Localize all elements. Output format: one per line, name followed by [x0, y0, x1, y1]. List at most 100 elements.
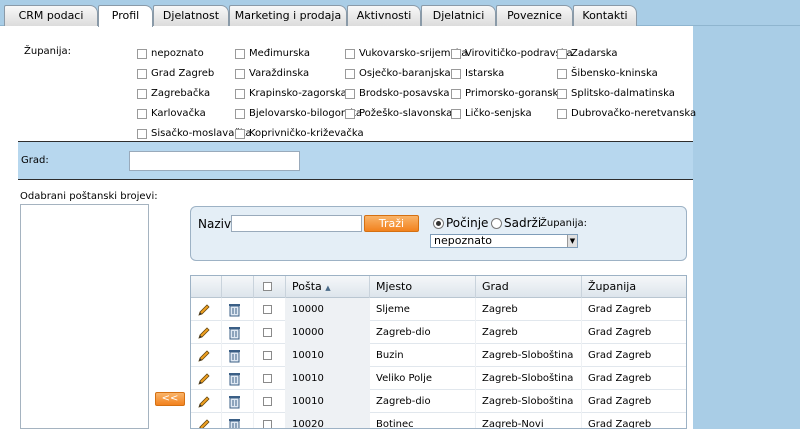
checkbox-zupanija[interactable]	[557, 69, 567, 79]
cell-mjesto: Veliko Polje	[370, 367, 476, 390]
table-row[interactable]: 10020 Botinec Zagreb-Novi Zagreb Grad Za…	[191, 413, 686, 429]
checkbox-label: Dubrovačko-neretvanska	[571, 108, 697, 119]
header-select-all	[254, 276, 286, 298]
table-row[interactable]: 10010 Zagreb-dio Zagreb-Sloboština Grad …	[191, 390, 686, 413]
checkbox-label: Osječko-baranjska	[359, 68, 451, 79]
checkbox-zupanija[interactable]	[345, 49, 355, 59]
checkbox-zupanija[interactable]	[557, 89, 567, 99]
checkbox-label: Istarska	[465, 68, 505, 79]
radio-pocinje[interactable]	[433, 218, 444, 229]
trash-icon[interactable]	[228, 395, 241, 409]
trazi-button[interactable]: Traži	[364, 215, 419, 232]
grad-input[interactable]	[129, 151, 300, 171]
cell-grad: Zagreb-Sloboština	[476, 344, 582, 367]
checkbox-zupanija[interactable]	[235, 49, 245, 59]
checkbox-label: Krapinsko-zagorska	[249, 88, 347, 99]
table-row[interactable]: 10010 Veliko Polje Zagreb-Sloboština Gra…	[191, 367, 686, 390]
profil-panel: Županija: nepoznato Grad Zagreb Zagrebač…	[0, 26, 697, 429]
checkbox-label: Zagrebačka	[151, 88, 211, 99]
checkbox-zupanija[interactable]	[557, 49, 567, 59]
chevron-down-icon[interactable]: ▼	[567, 235, 577, 247]
tab-aktivnosti[interactable]: Aktivnosti	[347, 5, 421, 26]
checkbox-label: Varaždinska	[249, 68, 310, 79]
cell-grad: Zagreb	[476, 298, 582, 321]
zupanija-select[interactable]: nepoznato ▼	[430, 234, 578, 248]
cell-posta: 10010	[286, 390, 370, 413]
checkbox-label: Šibensko-kninska	[571, 68, 658, 79]
cell-zupanija: Grad Zagreb	[582, 344, 686, 367]
trash-icon[interactable]	[228, 418, 241, 429]
grad-label: Grad:	[21, 155, 49, 166]
select-all-checkbox[interactable]	[263, 282, 272, 291]
posta-grid: Pošta ▲ Mjesto Grad Županija 10000 Sljem…	[190, 275, 687, 429]
grad-band: Grad:	[18, 141, 693, 180]
radio-sadrzi[interactable]	[491, 218, 502, 229]
row-checkbox[interactable]	[263, 397, 272, 406]
cell-posta: 10010	[286, 344, 370, 367]
trash-icon[interactable]	[228, 326, 241, 340]
pencil-icon[interactable]	[197, 418, 211, 429]
remove-selected-button[interactable]: <<	[155, 392, 185, 406]
right-gutter	[693, 26, 800, 429]
naziv-label: Naziv:	[198, 217, 235, 231]
header-delete	[222, 276, 254, 298]
zupanija-select-value: nepoznato	[434, 234, 492, 247]
checkbox-zupanija[interactable]	[451, 89, 461, 99]
tab-djelatnost[interactable]: Djelatnost	[153, 5, 229, 26]
checkbox-label: Koprivničko-križevačka	[249, 128, 364, 139]
checkbox-zupanija[interactable]	[137, 109, 147, 119]
pencil-icon[interactable]	[197, 395, 211, 409]
cell-zupanija: Grad Zagreb	[582, 390, 686, 413]
tab-profil[interactable]: Profil	[98, 5, 153, 27]
checkbox-zupanija[interactable]	[235, 129, 245, 139]
checkbox-zupanija[interactable]	[137, 89, 147, 99]
checkbox-zupanija[interactable]	[235, 109, 245, 119]
checkbox-zupanija[interactable]	[557, 109, 567, 119]
trash-icon[interactable]	[228, 349, 241, 363]
row-checkbox[interactable]	[263, 420, 272, 428]
cell-mjesto: Zagreb-dio	[370, 321, 476, 344]
checkbox-label: Međimurska	[249, 48, 311, 59]
checkbox-zupanija[interactable]	[345, 69, 355, 79]
postanski-listbox[interactable]	[20, 204, 149, 429]
tab-djelatnici[interactable]: Djelatnici	[421, 5, 496, 26]
table-row[interactable]: 10000 Zagreb-dio Zagreb Grad Zagreb	[191, 321, 686, 344]
header-mjesto[interactable]: Mjesto	[370, 276, 476, 298]
row-checkbox[interactable]	[263, 328, 272, 337]
cell-mjesto: Sljeme	[370, 298, 476, 321]
checkbox-zupanija[interactable]	[451, 49, 461, 59]
row-checkbox[interactable]	[263, 305, 272, 314]
checkbox-zupanija[interactable]	[235, 89, 245, 99]
checkbox-zupanija[interactable]	[451, 69, 461, 79]
pencil-icon[interactable]	[197, 326, 211, 340]
table-row[interactable]: 10010 Buzin Zagreb-Sloboština Grad Zagre…	[191, 344, 686, 367]
header-zupanija[interactable]: Županija	[582, 276, 686, 298]
table-row[interactable]: 10000 Sljeme Zagreb Grad Zagreb	[191, 298, 686, 321]
naziv-input[interactable]	[231, 215, 362, 232]
checkbox-zupanija[interactable]	[451, 109, 461, 119]
checkbox-zupanija[interactable]	[137, 129, 147, 139]
header-posta[interactable]: Pošta ▲	[286, 276, 370, 298]
pencil-icon[interactable]	[197, 349, 211, 363]
cell-grad: Zagreb-Novi Zagreb	[476, 413, 582, 428]
pencil-icon[interactable]	[197, 303, 211, 317]
header-grad[interactable]: Grad	[476, 276, 582, 298]
checkbox-zupanija[interactable]	[345, 89, 355, 99]
tab-poveznice[interactable]: Poveznice	[496, 5, 573, 26]
header-posta-label: Pošta	[292, 280, 322, 293]
tab-crm-podaci[interactable]: CRM podaci	[4, 5, 98, 26]
trash-icon[interactable]	[228, 372, 241, 386]
checkbox-zupanija[interactable]	[137, 69, 147, 79]
postanski-label: Odabrani poštanski brojevi:	[20, 191, 158, 202]
row-checkbox[interactable]	[263, 351, 272, 360]
trash-icon[interactable]	[228, 303, 241, 317]
checkbox-zupanija[interactable]	[345, 109, 355, 119]
checkbox-zupanija[interactable]	[137, 49, 147, 59]
pencil-icon[interactable]	[197, 372, 211, 386]
tab-marketing-i-prodaja[interactable]: Marketing i prodaja	[229, 5, 347, 26]
row-checkbox[interactable]	[263, 374, 272, 383]
checkbox-label: Karlovačka	[151, 108, 206, 119]
checkbox-label: Splitsko-dalmatinska	[571, 88, 675, 99]
checkbox-zupanija[interactable]	[235, 69, 245, 79]
tab-kontakti[interactable]: Kontakti	[573, 5, 637, 26]
